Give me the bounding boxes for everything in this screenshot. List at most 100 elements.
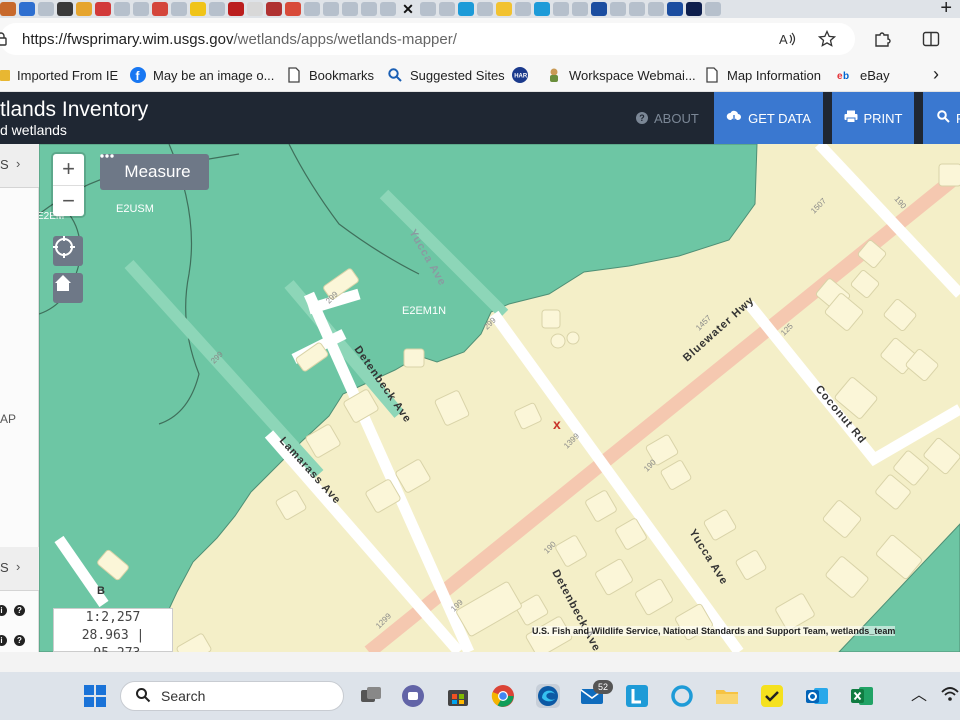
location-marker: x xyxy=(553,416,561,432)
tab-favicon[interactable] xyxy=(496,2,512,16)
fav-map-information[interactable]: Map Information xyxy=(704,67,821,83)
extensions-icon[interactable] xyxy=(871,28,893,50)
zoom-in-button[interactable]: + xyxy=(53,154,84,185)
fav-label: Imported From IE xyxy=(17,67,119,83)
fav-facebook-post[interactable]: f May be an image o... xyxy=(130,67,274,83)
store-icon[interactable] xyxy=(446,684,470,708)
info-icon[interactable]: i xyxy=(0,635,7,646)
tab-favicon[interactable] xyxy=(629,2,645,16)
map-view[interactable]: E2USM E2EM1N E2EM Yucca Ave Detenbeck Av… xyxy=(39,144,960,652)
tab-favicon[interactable] xyxy=(38,2,54,16)
tab-favicon[interactable] xyxy=(610,2,626,16)
question-icon: ? xyxy=(636,112,648,124)
fav-label: eBay xyxy=(860,67,890,83)
ebay-icon: eb xyxy=(837,67,853,83)
app-subtitle: d wetlands xyxy=(0,122,67,138)
chevron-up-icon[interactable]: ︿ xyxy=(907,684,931,708)
todo-check-icon[interactable] xyxy=(760,684,784,708)
lock-icon[interactable] xyxy=(0,32,8,46)
print-button[interactable]: PRINT xyxy=(832,92,914,144)
tab-favicon[interactable] xyxy=(285,2,301,16)
tab-favicon[interactable] xyxy=(342,2,358,16)
tab-favicon[interactable] xyxy=(76,2,92,16)
windows-start-icon[interactable] xyxy=(83,684,107,708)
tab-favicon[interactable] xyxy=(361,2,377,16)
edge-icon[interactable] xyxy=(536,684,560,708)
tab-favicon[interactable] xyxy=(439,2,455,16)
taskbar: Search 52 ︿ xyxy=(0,672,960,720)
tab-favicon[interactable] xyxy=(458,2,474,16)
tab-favicon[interactable] xyxy=(534,2,550,16)
tab-favicon[interactable] xyxy=(190,2,206,16)
fav-suggested-sites[interactable]: Suggested Sites xyxy=(387,67,505,83)
tab-favicon[interactable] xyxy=(477,2,493,16)
tab-favicon[interactable] xyxy=(591,2,607,16)
fav-bookmarks[interactable]: Bookmarks xyxy=(286,67,374,83)
fav-har[interactable]: HAR xyxy=(512,67,528,83)
teams-chat-icon[interactable] xyxy=(401,684,425,708)
chrome-icon[interactable] xyxy=(491,684,515,708)
tab-favicon[interactable] xyxy=(114,2,130,16)
favorite-star-icon[interactable] xyxy=(816,28,838,50)
wifi-icon[interactable] xyxy=(940,684,960,708)
new-tab-icon[interactable]: + xyxy=(940,0,952,18)
tab-favicon[interactable] xyxy=(380,2,396,16)
sidebar-panel-toggle[interactable]: S › xyxy=(0,144,39,188)
cortana-icon[interactable] xyxy=(670,684,694,708)
map-canvas[interactable]: E2USM E2EM1N E2EM Yucca Ave Detenbeck Av… xyxy=(39,144,960,652)
address-label: 190 xyxy=(542,539,558,555)
fav-ebay[interactable]: eb eBay xyxy=(837,67,890,83)
tab-favicon[interactable] xyxy=(133,2,149,16)
tab-favicon[interactable] xyxy=(57,2,73,16)
excel-icon[interactable] xyxy=(850,684,874,708)
tab-favicon[interactable] xyxy=(323,2,339,16)
question-icon[interactable]: ? xyxy=(14,635,25,646)
launcher-l-icon[interactable] xyxy=(625,684,649,708)
tab-favicon[interactable] xyxy=(686,2,702,16)
task-view-icon[interactable] xyxy=(359,684,383,708)
tab-favicon[interactable] xyxy=(171,2,187,16)
locate-button[interactable] xyxy=(53,236,83,266)
measure-label: Measure xyxy=(124,162,191,181)
tab-favicon[interactable] xyxy=(228,2,244,16)
get-data-button[interactable]: GET DATA xyxy=(714,92,823,144)
tab-favicon[interactable] xyxy=(209,2,225,16)
split-screen-icon[interactable] xyxy=(920,28,942,50)
tab-favicon[interactable] xyxy=(648,2,664,16)
tab-favicon[interactable] xyxy=(304,2,320,16)
taskbar-search[interactable]: Search xyxy=(120,681,344,711)
scale-label: 1:2,257 xyxy=(85,610,141,625)
get-data-label: GET DATA xyxy=(748,110,811,126)
tab-favicon[interactable] xyxy=(553,2,569,16)
url-field[interactable]: https://fwsprimary.wim.usgs.gov /wetland… xyxy=(0,23,855,55)
outlook-icon[interactable] xyxy=(805,684,829,708)
zoom-out-button[interactable]: − xyxy=(53,185,84,216)
file-explorer-icon[interactable] xyxy=(715,684,739,708)
fav-workspace-webmail[interactable]: Workspace Webmai... xyxy=(546,67,696,83)
tab-favicon[interactable] xyxy=(572,2,588,16)
measure-button[interactable]: Measure xyxy=(100,154,209,190)
tab-favicon[interactable] xyxy=(247,2,263,16)
tab-favicon[interactable] xyxy=(19,2,35,16)
tab-favicon[interactable] xyxy=(420,2,436,16)
tab-favicon[interactable] xyxy=(152,2,168,16)
tab-favicon[interactable] xyxy=(95,2,111,16)
tab-favicon[interactable] xyxy=(705,2,721,16)
close-tab-icon[interactable]: ✕ xyxy=(399,1,417,18)
sidebar-map-label: AP xyxy=(0,412,17,426)
tab-favicon[interactable] xyxy=(266,2,282,16)
search-button[interactable]: F xyxy=(923,92,960,144)
tab-favicon[interactable] xyxy=(0,2,16,16)
home-button[interactable] xyxy=(53,273,83,303)
tab-favicon[interactable] xyxy=(667,2,683,16)
read-aloud-icon[interactable]: A xyxy=(776,28,798,50)
sidebar-panel-toggle[interactable]: S › xyxy=(0,547,39,591)
fav-label: May be an image o... xyxy=(153,67,275,83)
fav-label: Bookmarks xyxy=(309,67,375,83)
tab-favicon[interactable] xyxy=(515,2,531,16)
info-icon[interactable]: i xyxy=(0,605,7,616)
fav-imported-from-ie[interactable]: Imported From IE xyxy=(0,67,118,83)
question-icon[interactable]: ? xyxy=(14,605,25,616)
about-link[interactable]: ? ABOUT xyxy=(636,92,699,144)
more-favorites-chevron-icon[interactable]: › xyxy=(933,64,939,85)
